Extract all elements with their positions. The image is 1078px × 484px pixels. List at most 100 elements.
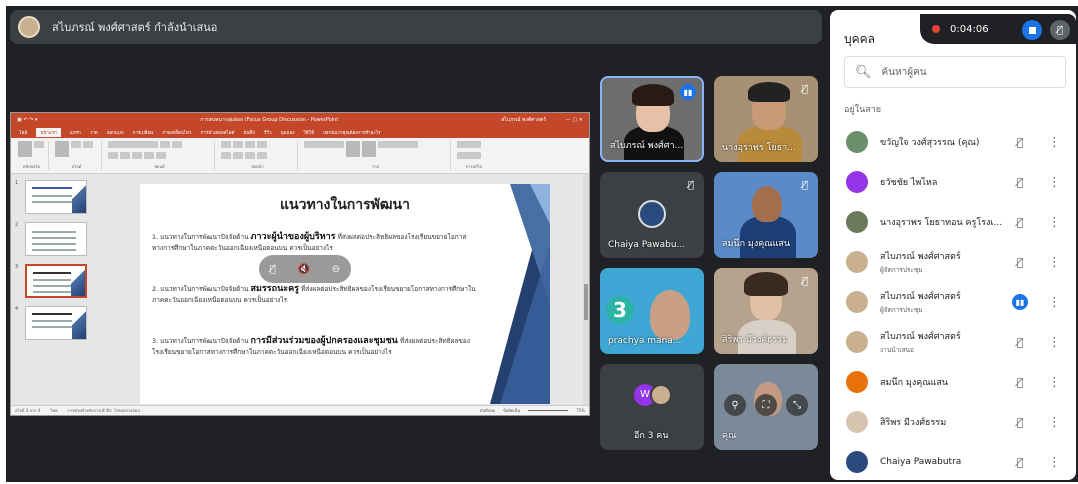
participant-item[interactable]: สไบภรณ์ พงศ์ศาสตร์ ผู้จัดการประชุม ▮▮ ⋮ xyxy=(830,282,1076,322)
video-tile-urapom[interactable]: 🎙̸ นางอุราพร โยธา... xyxy=(714,76,818,162)
more-options-icon[interactable]: ⋮ xyxy=(1048,135,1061,150)
recording-dot-icon xyxy=(932,25,940,33)
participant-text: Chaiya Pawabutra xyxy=(880,457,1010,467)
panel-title: บุคคล xyxy=(844,32,876,46)
mic-off-icon[interactable]: 🎙̸ xyxy=(1012,334,1028,350)
participant-text: สไบภรณ์ พงศ์ศาสตร์ ผู้จัดการประชุม xyxy=(880,249,1010,275)
avatar xyxy=(846,211,868,233)
tile-name: อีก 3 คน xyxy=(634,431,669,441)
ppt-tab[interactable]: มุมมอง xyxy=(281,129,295,136)
minimize-icon[interactable]: ⤡ xyxy=(786,394,808,416)
participant-name: ขวัญใจ วงศ์สุวรรณ (คุณ) xyxy=(880,138,980,148)
participant-text: สิริพร มีวงศ์ธรรม xyxy=(880,415,1010,429)
audio-active-icon: ▮▮ xyxy=(680,84,696,100)
video-tile-somnuk[interactable]: 🎙̸ สมนึก มุงคุณแสน xyxy=(714,172,818,258)
ppt-window-title: การสนทนากลุ่มย่อย (Focus Group Discussio… xyxy=(200,117,339,123)
mic-off-icon[interactable]: 🎙̸ xyxy=(1012,134,1028,150)
participant-item[interactable]: ขวัญใจ วงศ์สุวรรณ (คุณ) 🎙̸ ⋮ xyxy=(830,122,1076,162)
frame-icon[interactable]: ⛶ xyxy=(755,394,777,416)
pin-icon[interactable]: ⚲ xyxy=(724,394,746,416)
more-options-icon[interactable]: ⋮ xyxy=(1048,335,1061,350)
video-tile-self[interactable]: ⚲ ⛶ ⤡ คุณ xyxy=(714,364,818,450)
ppt-tab[interactable]: รีวิว xyxy=(264,129,271,136)
section-label: อยู่ในสาย xyxy=(844,105,882,115)
video-tile-presenter[interactable]: ▮▮ สไบภรณ์ พงศ์ศา... xyxy=(600,76,704,162)
recording-indicator: 0:04:06 🎙̸ xyxy=(920,14,1076,44)
ppt-tab[interactable]: การเปลี่ยน xyxy=(133,129,154,136)
participant-text: สไบภรณ์ พงศ์ศาสตร์ งานนำเสนอ xyxy=(880,329,1010,355)
status-accessibility[interactable]: การช่วยสำหรับการเข้าถึง: โปรดตรวจสอบ xyxy=(67,407,139,414)
ppt-tab[interactable]: บันทึก xyxy=(243,129,255,136)
slide-point-2: 2. แนวทางในการพัฒนาปัจจัยด้าน สมรรถนะครู… xyxy=(152,284,476,304)
ppt-tab[interactable]: ภาพเคลื่อนไหว xyxy=(162,129,191,136)
zoom-slider[interactable] xyxy=(528,410,569,411)
more-options-icon[interactable]: ⋮ xyxy=(1048,455,1061,470)
thumb-number: 1 xyxy=(15,180,19,186)
status-slide-count: สไลด์ 3 จาก 4 xyxy=(15,408,41,413)
status-notes-button[interactable]: บันทึกย่อ xyxy=(480,407,495,414)
participant-name: สไบภรณ์ พงศ์ศาสตร์ xyxy=(880,292,961,302)
slide-scrollbar[interactable] xyxy=(583,174,589,405)
stop-recording-button[interactable] xyxy=(1022,20,1042,40)
video-tile-prachya[interactable]: 3 prachya mana... xyxy=(600,268,704,354)
participant-name: Chaiya Pawabutra xyxy=(880,457,962,467)
ribbon-group-clipboard: คลิปบอร์ด xyxy=(15,141,49,170)
mic-off-icon[interactable]: 🎙̸ xyxy=(270,264,276,275)
status-zoom: 75% xyxy=(576,408,585,413)
slide-heading: แนวทางในการพัฒนา xyxy=(280,197,410,213)
ppt-tab[interactable]: วิธีใช้ xyxy=(303,129,314,136)
slide-thumbnail-2[interactable] xyxy=(25,222,87,256)
slide-thumbnail-1[interactable] xyxy=(25,180,87,214)
ppt-tab[interactable]: ไฟล์ xyxy=(19,129,27,136)
participant-item[interactable]: สไบภรณ์ พงศ์ศาสตร์ ผู้จัดการประชุม 🎙̸ ⋮ xyxy=(830,242,1076,282)
status-comments-button[interactable]: ข้อคิดเห็น xyxy=(503,407,520,414)
people-search[interactable]: 🔍︎ xyxy=(844,56,1066,88)
participant-item[interactable]: Chaiya Pawabutra 🎙̸ ⋮ xyxy=(830,442,1076,480)
participant-item[interactable]: นางอุราพร โยธาทอน ครูโรงเ... 🎙̸ ⋮ xyxy=(830,202,1076,242)
mic-off-icon[interactable]: 🎙̸ xyxy=(1012,454,1028,470)
participant-text: สไบภรณ์ พงศ์ศาสตร์ ผู้จัดการประชุม xyxy=(880,289,1010,315)
video-tile-siriporn[interactable]: 🎙̸ สิริพร มีวงศ์ธรรม xyxy=(714,268,818,354)
mic-off-icon[interactable]: 🎙̸ xyxy=(1012,174,1028,190)
ppt-tab[interactable]: ออกแบบ xyxy=(107,129,124,136)
search-input[interactable] xyxy=(881,66,1052,78)
slide-editor[interactable]: แนวทางในการพัฒนา 1. แนวทางในการพัฒนาปัจจ… xyxy=(96,174,589,405)
participant-item[interactable]: สมนึก มุงคุณแสน 🎙̸ ⋮ xyxy=(830,362,1076,402)
video-tile-chaiya[interactable]: 🎙̸ Chaiya Pawabu... xyxy=(600,172,704,258)
participant-text: ขวัญใจ วงศ์สุวรรณ (คุณ) xyxy=(880,135,1010,149)
mic-off-icon[interactable]: 🎙̸ xyxy=(1012,374,1028,390)
participant-text: สมนึก มุงคุณแสน xyxy=(880,375,1010,389)
presenter-label: สไบภรณ์ พงศ์ศาสตร์ กำลังนำเสนอ xyxy=(52,21,218,34)
ppt-tab[interactable]: แทรก xyxy=(70,129,81,136)
mic-off-button[interactable]: 🎙̸ xyxy=(1050,20,1070,40)
mic-off-icon[interactable]: 🎙̸ xyxy=(1012,414,1028,430)
slide-point-3: 3. แนวทางในการพัฒนาปัจจัยด้าน การมีส่วนร… xyxy=(152,336,470,356)
more-options-icon[interactable]: ⋮ xyxy=(1048,415,1061,430)
participant-item[interactable]: สไบภรณ์ พงศ์ศาสตร์ งานนำเสนอ 🎙̸ ⋮ xyxy=(830,322,1076,362)
status-language: ไทย xyxy=(50,408,58,413)
more-options-icon[interactable]: ⋮ xyxy=(1048,255,1061,270)
minus-circle-icon[interactable]: ⊖ xyxy=(332,264,340,275)
slide-thumbnail-4[interactable] xyxy=(25,306,87,340)
volume-off-icon[interactable]: 🔇 xyxy=(298,264,310,275)
ppt-tab[interactable]: วาด xyxy=(90,129,98,136)
more-options-icon[interactable]: ⋮ xyxy=(1048,215,1061,230)
ppt-tab[interactable]: บอกฉันว่าคุณต้องการทำอะไร xyxy=(323,129,380,136)
ppt-tab[interactable]: หน้าแรก xyxy=(36,128,61,137)
mic-off-icon[interactable]: 🎙̸ xyxy=(1012,254,1028,270)
participant-item[interactable]: สิริพร มีวงศ์ธรรม 🎙̸ ⋮ xyxy=(830,402,1076,442)
ppt-tab[interactable]: การนำเสนอสไลด์ xyxy=(200,129,234,136)
more-options-icon[interactable]: ⋮ xyxy=(1048,375,1061,390)
participant-text: ธวัชชัย ไพไหล xyxy=(880,175,1010,189)
mic-off-icon: 🎙̸ xyxy=(687,179,694,191)
audio-active-icon[interactable]: ▮▮ xyxy=(1012,294,1028,310)
ppt-ribbon-tabs: ไฟล์ หน้าแรก แทรก วาด ออกแบบ การเปลี่ยน ภาพเคล… xyxy=(11,127,589,138)
more-options-icon[interactable]: ⋮ xyxy=(1048,295,1061,310)
slide-thumbnail-3[interactable] xyxy=(25,264,87,298)
self-tile-controls: ⚲ ⛶ ⤡ xyxy=(724,394,808,416)
mic-off-icon[interactable]: 🎙̸ xyxy=(1012,214,1028,230)
avatar xyxy=(846,371,868,393)
participant-item[interactable]: ธวัชชัย ไพไหล 🎙̸ ⋮ xyxy=(830,162,1076,202)
video-tile-others[interactable]: W อีก 3 คน xyxy=(600,364,704,450)
more-options-icon[interactable]: ⋮ xyxy=(1048,175,1061,190)
